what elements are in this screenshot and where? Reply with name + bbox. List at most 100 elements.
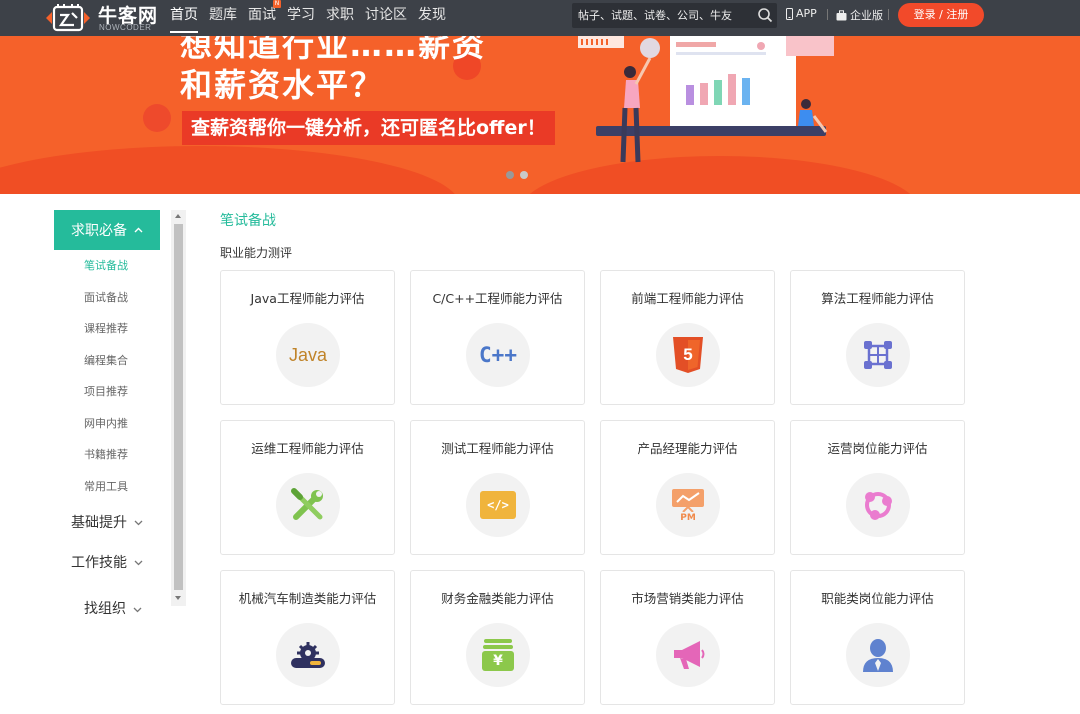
scroll-thumb[interactable] xyxy=(174,224,183,590)
assessment-card[interactable]: 测试工程师能力评估 </> xyxy=(410,420,585,555)
carousel-dot-2[interactable] xyxy=(520,171,528,179)
card-title: 运维工程师能力评估 xyxy=(251,441,364,456)
card-title: 前端工程师能力评估 xyxy=(631,291,744,306)
java-icon-text: Java xyxy=(288,344,328,365)
top-navbar: 牛客网 NOWCODER 首页 题库 面试 N 学习 求职 讨论区 发现 APP xyxy=(0,0,1080,36)
code-window-icon: </> xyxy=(466,473,530,537)
pm-label: PM xyxy=(680,512,696,523)
assessment-card[interactable]: 算法工程师能力评估 xyxy=(790,270,965,405)
carousel-dot-1[interactable] xyxy=(506,171,514,179)
phone-icon xyxy=(786,7,793,20)
banner-subheadline: 查薪资帮你一键分析，还可匿名比offer！ xyxy=(182,111,555,145)
wrench-screwdriver-icon xyxy=(276,473,340,537)
assessment-card[interactable]: 职能类岗位能力评估 xyxy=(790,570,965,705)
assessment-card[interactable]: C/C++工程师能力评估 C++ xyxy=(410,270,585,405)
promo-banner[interactable]: 想知道行业……薪资 和薪资水平？ 查薪资帮你一键分析，还可匿名比offer！ xyxy=(0,36,1080,194)
search-box xyxy=(572,3,777,28)
nav-discover[interactable]: 发现 xyxy=(413,0,451,36)
presentation-board-icon xyxy=(672,488,704,512)
code-window-text: </> xyxy=(487,498,509,512)
card-title: 算法工程师能力评估 xyxy=(821,291,934,306)
money-stack-top xyxy=(484,639,512,643)
category-basic-improvement[interactable]: 基础提升 xyxy=(54,502,160,542)
app-link-label: APP xyxy=(796,7,817,20)
sidebar-scrollbar[interactable] xyxy=(171,210,186,606)
assessment-card[interactable]: 运维工程师能力评估 xyxy=(220,420,395,555)
search-input[interactable] xyxy=(578,3,753,28)
nav-interview[interactable]: 面试 N xyxy=(243,0,281,36)
code-window: </> xyxy=(480,491,516,519)
login-register-button[interactable]: 登录 / 注册 xyxy=(898,3,984,27)
category-label: 工作技能 xyxy=(71,555,127,571)
html5-number: 5 xyxy=(683,345,693,364)
gear-machine-icon xyxy=(276,623,340,687)
banner-circle xyxy=(143,104,171,132)
gear-icon xyxy=(291,642,325,668)
assessment-card[interactable]: 产品经理能力评估 PM xyxy=(600,420,775,555)
html5-icon: 5 xyxy=(656,323,720,387)
search-icon[interactable] xyxy=(757,7,773,23)
briefcase-icon xyxy=(836,9,847,20)
category-job-essentials[interactable]: 求职必备 xyxy=(54,210,160,250)
money-stack-mid xyxy=(483,645,513,649)
assessment-card[interactable]: 前端工程师能力评估 5 xyxy=(600,270,775,405)
pm-presentation-icon: PM xyxy=(656,473,720,537)
banner-headline: 和薪资水平？ xyxy=(180,66,385,104)
app-download-link[interactable]: APP xyxy=(786,7,817,20)
assessment-card[interactable]: 财务金融类能力评估 ¥ xyxy=(410,570,585,705)
nav-learn[interactable]: 学习 xyxy=(282,0,320,36)
sidebar-item-interview-prep[interactable]: 面试备战 xyxy=(54,282,160,314)
yuan-symbol: ¥ xyxy=(493,653,503,669)
money-stack-icon: ¥ xyxy=(466,623,530,687)
nav-home[interactable]: 首页 xyxy=(165,0,203,36)
sidebar-item-referral[interactable]: 网申内推 xyxy=(54,408,160,440)
new-badge: N xyxy=(273,0,281,8)
card-title: C/C++工程师能力评估 xyxy=(432,291,563,306)
card-title: 财务金融类能力评估 xyxy=(441,591,554,606)
section-title: 笔试备战 xyxy=(220,213,276,229)
card-title: 测试工程师能力评估 xyxy=(441,441,554,456)
sidebar-item-books[interactable]: 书籍推荐 xyxy=(54,439,160,471)
chevron-down-icon xyxy=(133,607,142,613)
money-note: ¥ xyxy=(482,651,514,671)
logo-subtext: NOWCODER xyxy=(99,23,152,32)
group-title: 职业能力测评 xyxy=(220,246,293,260)
chevron-down-icon xyxy=(134,560,143,565)
assessment-card[interactable]: 机械汽车制造类能力评估 xyxy=(220,570,395,705)
cpp-icon-text: C++ xyxy=(479,343,517,367)
chevron-down-icon xyxy=(134,520,143,525)
assessment-card[interactable]: 运营岗位能力评估 xyxy=(790,420,965,555)
java-icon: Java xyxy=(276,323,340,387)
sidebar-item-written-test[interactable]: 笔试备战 xyxy=(54,250,160,282)
person-icon xyxy=(863,639,893,672)
sidebar-item-courses[interactable]: 课程推荐 xyxy=(54,313,160,345)
nav-jobs[interactable]: 求职 xyxy=(321,0,359,36)
category-find-organization[interactable]: 找组织 xyxy=(54,582,160,618)
horn-icon xyxy=(674,641,705,669)
sidebar-item-tools[interactable]: 常用工具 xyxy=(54,471,160,503)
site-logo[interactable]: 牛客网 NOWCODER xyxy=(44,0,164,36)
category-label: 找组织 xyxy=(84,601,126,617)
category-label: 求职必备 xyxy=(71,223,127,239)
assessment-card[interactable]: Java工程师能力评估 Java xyxy=(220,270,395,405)
enterprise-link-label: 企业版 xyxy=(850,9,883,22)
scroll-down-arrow[interactable] xyxy=(175,596,181,600)
category-work-skills[interactable]: 工作技能 xyxy=(54,542,160,582)
sidebar-item-coding-collection[interactable]: 编程集合 xyxy=(54,345,160,377)
card-title: Java工程师能力评估 xyxy=(250,291,365,306)
nav-forum[interactable]: 讨论区 xyxy=(360,0,412,36)
card-title: 产品经理能力评估 xyxy=(637,441,738,456)
scroll-up-arrow[interactable] xyxy=(175,214,181,218)
cpp-icon: C++ xyxy=(466,323,530,387)
sidebar-item-projects[interactable]: 项目推荐 xyxy=(54,376,160,408)
person-tie-icon xyxy=(846,623,910,687)
card-title: 机械汽车制造类能力评估 xyxy=(238,591,377,606)
assessment-card[interactable]: 市场营销类能力评估 xyxy=(600,570,775,705)
share-cycle-icon xyxy=(846,473,910,537)
algorithm-icon xyxy=(846,323,910,387)
main-nav: 首页 题库 面试 N 学习 求职 讨论区 发现 xyxy=(165,0,452,36)
card-title: 运营岗位能力评估 xyxy=(827,441,928,456)
enterprise-link[interactable]: 企业版 xyxy=(836,7,883,23)
divider xyxy=(827,9,828,20)
nav-question-bank[interactable]: 题库 xyxy=(204,0,242,36)
